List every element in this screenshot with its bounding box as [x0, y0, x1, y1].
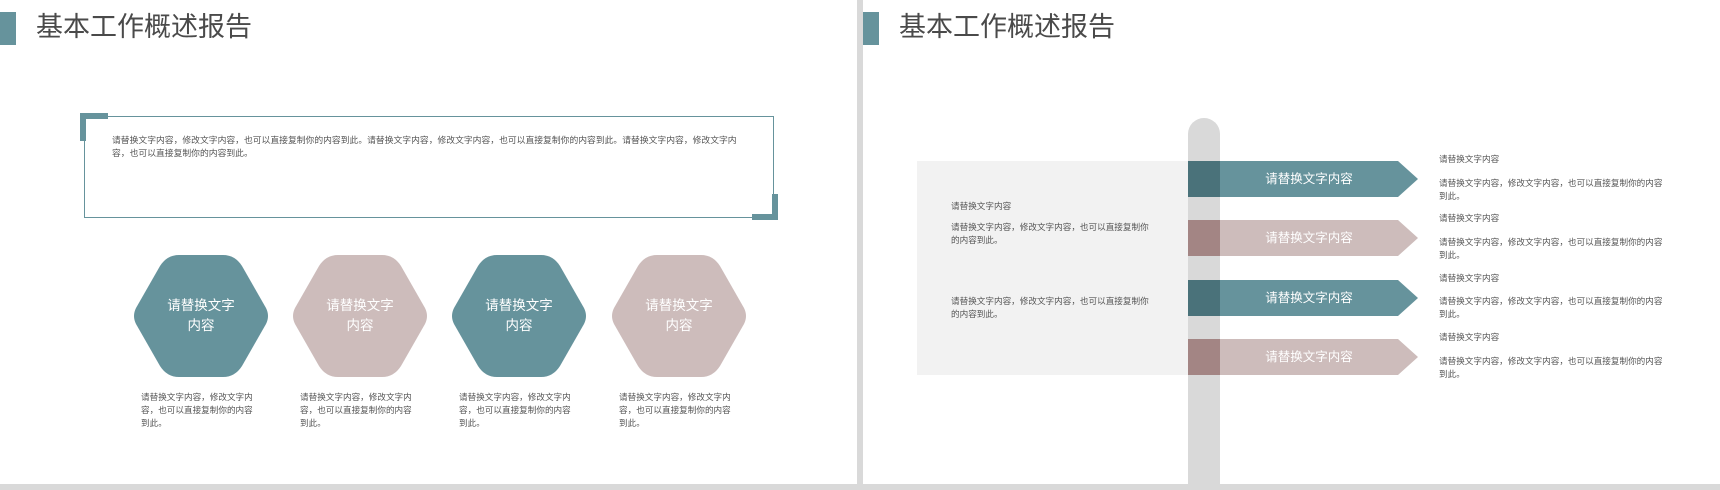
- title-accent-bar: [863, 12, 879, 45]
- hexagon-label: 请替换文字内容: [326, 298, 394, 334]
- signpost-label: 请替换文字内容: [1265, 349, 1353, 364]
- panel-paragraph: 请替换文字内容，修改文字内容，也可以直接复制你的内容到此。: [951, 297, 1149, 320]
- hexagon-description: 请替换文字内容，修改文字内容，也可以直接复制你的内容到此。: [459, 393, 571, 429]
- signpost-arrow-1: 请替换文字内容: [1188, 161, 1418, 197]
- signpost-label: 请替换文字内容: [1265, 230, 1353, 245]
- side-heading: 请替换文字内容: [1439, 214, 1500, 224]
- signpost-arrow-3: 请替换文字内容: [1188, 280, 1418, 316]
- hexagon-item-1: 请替换文字内容: [131, 253, 271, 379]
- slide-title: 基本工作概述报告: [899, 12, 1115, 43]
- frame-corner-top-left: [80, 113, 86, 141]
- signpost-arrow-4: 请替换文字内容: [1188, 339, 1418, 375]
- signpost-arrow-2: 请替换文字内容: [1188, 220, 1418, 256]
- panel-heading: 请替换文字内容: [951, 202, 1012, 212]
- hexagon-item-2: 请替换文字内容: [290, 253, 430, 379]
- side-text: 请替换文字内容，修改文字内容，也可以直接复制你的内容到此。: [1439, 238, 1663, 261]
- signpost-label: 请替换文字内容: [1265, 290, 1353, 305]
- side-text: 请替换文字内容，修改文字内容，也可以直接复制你的内容到此。: [1439, 179, 1663, 202]
- slide-signpost-overview: 基本工作概述报告 请替换文字内容 请替换文字内容，修改文字内容，也可以直接复制你…: [863, 0, 1720, 484]
- side-text: 请替换文字内容，修改文字内容，也可以直接复制你的内容到此。: [1439, 357, 1663, 380]
- title-accent-bar: [0, 12, 16, 45]
- panel-paragraph: 请替换文字内容，修改文字内容，也可以直接复制你的内容到此。: [951, 223, 1149, 246]
- side-heading: 请替换文字内容: [1439, 333, 1500, 343]
- signpost-label: 请替换文字内容: [1265, 171, 1353, 186]
- slide-hexagon-overview: 基本工作概述报告 请替换文字内容，修改文字内容，也可以直接复制你的内容到此。请替…: [0, 0, 857, 484]
- text-frame: [84, 116, 774, 218]
- side-heading: 请替换文字内容: [1439, 155, 1500, 165]
- hexagon-item-3: 请替换文字内容: [449, 253, 589, 379]
- hexagon-item-4: 请替换文字内容: [609, 253, 749, 379]
- side-text: 请替换文字内容，修改文字内容，也可以直接复制你的内容到此。: [1439, 297, 1663, 320]
- frame-corner-bottom-right: [772, 194, 778, 220]
- hexagon-description: 请替换文字内容，修改文字内容，也可以直接复制你的内容到此。: [619, 393, 731, 429]
- text-panel: [917, 161, 1188, 375]
- hexagon-label: 请替换文字内容: [167, 298, 235, 334]
- slide-title: 基本工作概述报告: [36, 12, 252, 43]
- side-heading: 请替换文字内容: [1439, 274, 1500, 284]
- hexagon-description: 请替换文字内容，修改文字内容，也可以直接复制你的内容到此。: [300, 393, 412, 429]
- hexagon-description: 请替换文字内容，修改文字内容，也可以直接复制你的内容到此。: [141, 393, 253, 429]
- frame-text: 请替换文字内容，修改文字内容，也可以直接复制你的内容到此。请替换文字内容，修改文…: [112, 136, 737, 159]
- hexagon-label: 请替换文字内容: [645, 298, 713, 334]
- hexagon-label: 请替换文字内容: [485, 298, 553, 334]
